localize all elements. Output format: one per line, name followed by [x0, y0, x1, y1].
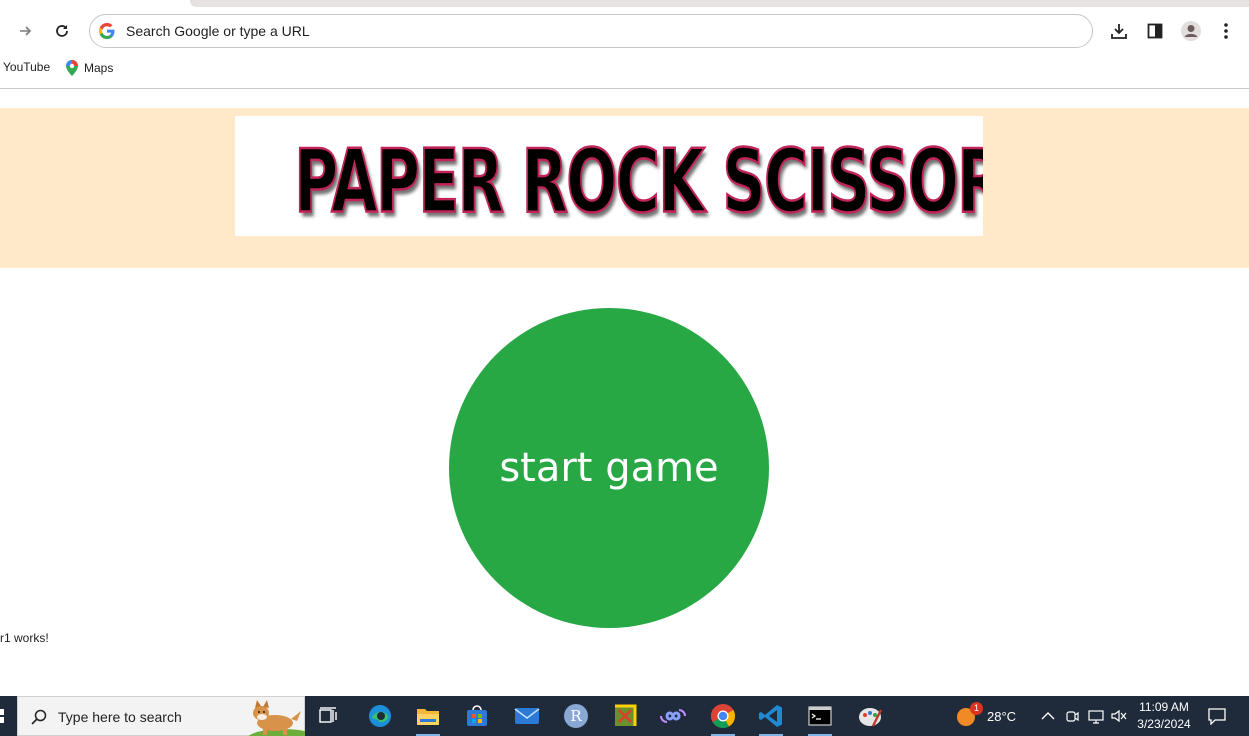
more-vert-icon	[1224, 23, 1228, 39]
infinity-app-icon	[660, 709, 686, 723]
search-icon	[31, 709, 47, 725]
side-panel-icon	[1147, 23, 1163, 39]
tab-strip-edge	[190, 0, 1249, 7]
weather-temperature: 28°C	[987, 708, 1017, 724]
start-game-button[interactable]: start game	[449, 308, 769, 628]
camera-icon	[1066, 711, 1079, 722]
taskbar-file-explorer[interactable]	[412, 700, 444, 736]
tray-network-button[interactable]	[1087, 696, 1105, 736]
chrome-icon	[710, 704, 736, 729]
taskbar-search[interactable]: Type here to search	[17, 696, 305, 736]
windows-icon	[0, 709, 4, 723]
taskbar-search-placeholder: Type here to search	[58, 709, 182, 725]
tray-volume-button[interactable]	[1110, 696, 1128, 736]
clock-time: 11:09 AM	[1139, 700, 1189, 714]
notifications-button[interactable]	[1207, 696, 1227, 736]
folder-icon	[417, 709, 439, 725]
snip-tool-icon	[615, 704, 637, 726]
bookmark-youtube[interactable]: YouTube	[3, 60, 50, 74]
taskbar-chrome[interactable]	[707, 700, 739, 736]
taskbar: Type here to search R 1 28°C 11:09 AM 3/…	[0, 696, 1249, 736]
weather-badge: 1	[970, 702, 983, 715]
start-button[interactable]	[0, 696, 17, 736]
forward-button[interactable]	[14, 19, 38, 43]
omnibox[interactable]: Search Google or type a URL	[89, 14, 1093, 48]
store-icon	[467, 705, 487, 726]
weather-sun-icon: 1	[955, 702, 983, 727]
svg-text:R: R	[570, 707, 582, 725]
screen: Search Google or type a URL YouTube Maps	[0, 0, 1249, 736]
tray-meet-button[interactable]	[1065, 696, 1079, 736]
status-text: r1 works!	[0, 631, 49, 645]
bookmark-maps[interactable]: Maps	[66, 60, 113, 76]
taskbar-clock[interactable]: 11:09 AM 3/23/2024	[1132, 699, 1196, 733]
taskbar-edge[interactable]	[364, 700, 396, 732]
download-button[interactable]	[1107, 19, 1131, 43]
omnibox-placeholder: Search Google or type a URL	[126, 23, 310, 39]
bookmark-label: YouTube	[3, 60, 51, 74]
taskbar-terminal[interactable]	[804, 700, 836, 736]
reload-button[interactable]	[50, 19, 74, 43]
edge-browser-icon	[369, 705, 391, 727]
notification-icon	[1208, 708, 1226, 725]
mail-icon	[514, 708, 540, 724]
reload-icon	[56, 25, 68, 37]
vscode-icon	[759, 705, 782, 727]
paint-icon	[859, 708, 883, 727]
download-icon	[1111, 24, 1127, 39]
task-view-icon	[319, 707, 337, 723]
tab-strip	[0, 0, 1249, 8]
toolbar-divider	[0, 88, 1249, 89]
taskbar-snip-app[interactable]	[609, 700, 641, 732]
taskbar-r-app[interactable]: R	[560, 700, 592, 732]
clock-date: 3/23/2024	[1137, 717, 1191, 731]
network-icon	[1088, 710, 1104, 724]
side-panel-button[interactable]	[1143, 19, 1167, 43]
task-view-button[interactable]	[312, 700, 344, 732]
taskbar-vscode[interactable]	[755, 700, 787, 736]
taskbar-paint-app[interactable]	[854, 700, 886, 732]
title-banner: PAPER ROCK SCISSOR	[0, 108, 1249, 268]
maps-pin-icon	[66, 60, 78, 76]
weather-widget[interactable]: 1 28°C	[955, 696, 1016, 736]
taskbar-copilot-app[interactable]	[657, 700, 689, 732]
tray-overflow-button[interactable]	[1041, 696, 1055, 736]
browser-toolbar: Search Google or type a URL	[0, 8, 1249, 54]
chevron-up-icon	[1041, 712, 1055, 720]
terminal-icon	[808, 706, 832, 726]
bookmark-label: Maps	[84, 61, 114, 75]
taskbar-store[interactable]	[461, 700, 493, 732]
avatar-icon	[1181, 21, 1201, 41]
menu-button[interactable]	[1214, 19, 1238, 43]
forward-arrow-icon	[20, 26, 32, 36]
title-logo-text: PAPER ROCK SCISSOR	[293, 129, 983, 234]
title-logo: PAPER ROCK SCISSOR	[235, 116, 983, 236]
r-language-icon: R	[564, 704, 588, 728]
corgi-illustration-icon	[248, 700, 305, 736]
profile-button[interactable]	[1179, 19, 1203, 43]
bookmarks-bar: YouTube Maps	[0, 54, 1249, 82]
volume-muted-icon	[1111, 709, 1127, 723]
google-icon	[99, 23, 115, 39]
taskbar-mail[interactable]	[511, 700, 543, 732]
